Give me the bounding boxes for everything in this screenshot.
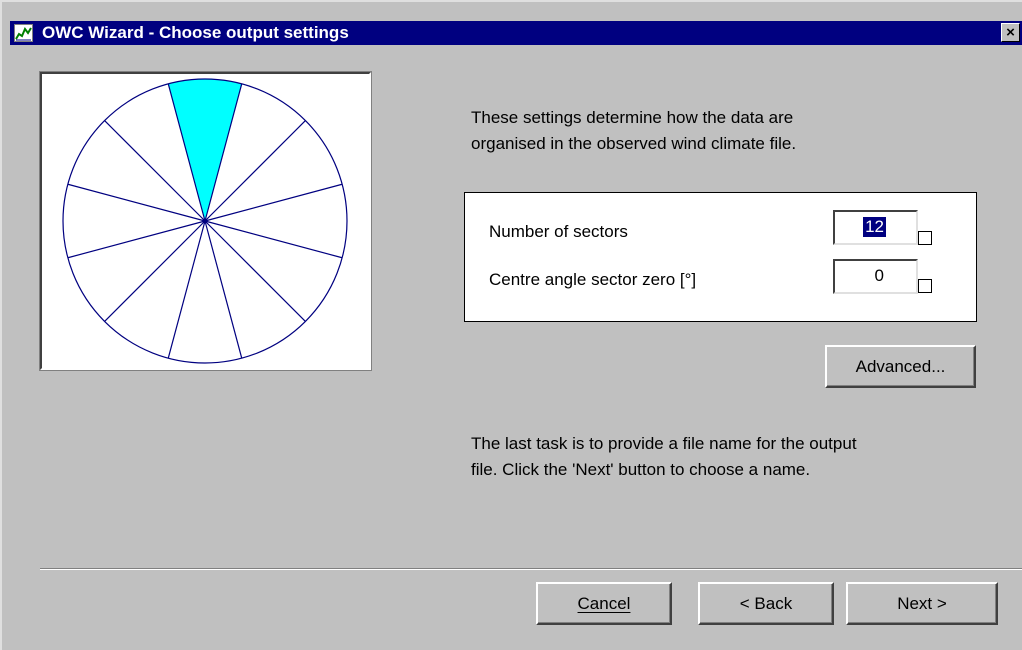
centre-angle-label: Centre angle sector zero [°]	[489, 270, 697, 289]
sector-boundary-line	[204, 220, 243, 359]
intro-line-1: These settings determine how the data ar…	[471, 108, 794, 127]
sector-boundary-line	[167, 220, 206, 359]
next-label: Next >	[897, 594, 947, 613]
title-bar[interactable]: OWC Wizard - Choose output settings ×	[10, 21, 1022, 45]
sector-diagram	[62, 78, 348, 364]
sector-boundary-line	[204, 220, 306, 322]
sector-boundary-line	[67, 183, 206, 222]
center-dot	[202, 218, 208, 224]
sector-preview	[39, 71, 372, 371]
sector-boundary-line	[104, 220, 206, 322]
sectors-input[interactable]: 12	[833, 210, 918, 245]
button-separator	[40, 568, 1022, 570]
highlighted-sector	[168, 79, 242, 222]
close-button[interactable]: ×	[1001, 23, 1020, 42]
centre-angle-value: 0	[874, 266, 884, 285]
intro-line-2: organised in the observed wind climate f…	[471, 134, 797, 153]
window-title: OWC Wizard - Choose output settings	[42, 23, 349, 42]
advanced-button[interactable]: Advanced...	[825, 345, 976, 388]
wizard-window: OWC Wizard - Choose output settings × Th…	[0, 0, 1022, 650]
app-icon	[14, 24, 33, 42]
next-button[interactable]: Next >	[846, 582, 998, 625]
note-line-2: file. Click the 'Next' button to choose …	[471, 460, 811, 479]
centre-angle-lock-checkbox[interactable]	[918, 279, 932, 293]
sector-boundary-line	[204, 183, 343, 222]
back-button[interactable]: < Back	[698, 582, 834, 625]
note-line-1: The last task is to provide a file name …	[471, 434, 857, 453]
sector-boundary-line	[204, 220, 343, 259]
centre-angle-input[interactable]: 0	[833, 259, 918, 294]
sector-settings-group: Number of sectors 12 Centre angle sector…	[464, 192, 977, 322]
sectors-label: Number of sectors	[489, 222, 628, 241]
sector-boundary-line	[67, 220, 206, 259]
sectors-value: 12	[863, 217, 886, 237]
sectors-lock-checkbox[interactable]	[918, 231, 932, 245]
cancel-button[interactable]: Cancel	[536, 582, 672, 625]
cancel-label: Cancel	[577, 594, 631, 613]
back-label: < Back	[739, 594, 793, 613]
